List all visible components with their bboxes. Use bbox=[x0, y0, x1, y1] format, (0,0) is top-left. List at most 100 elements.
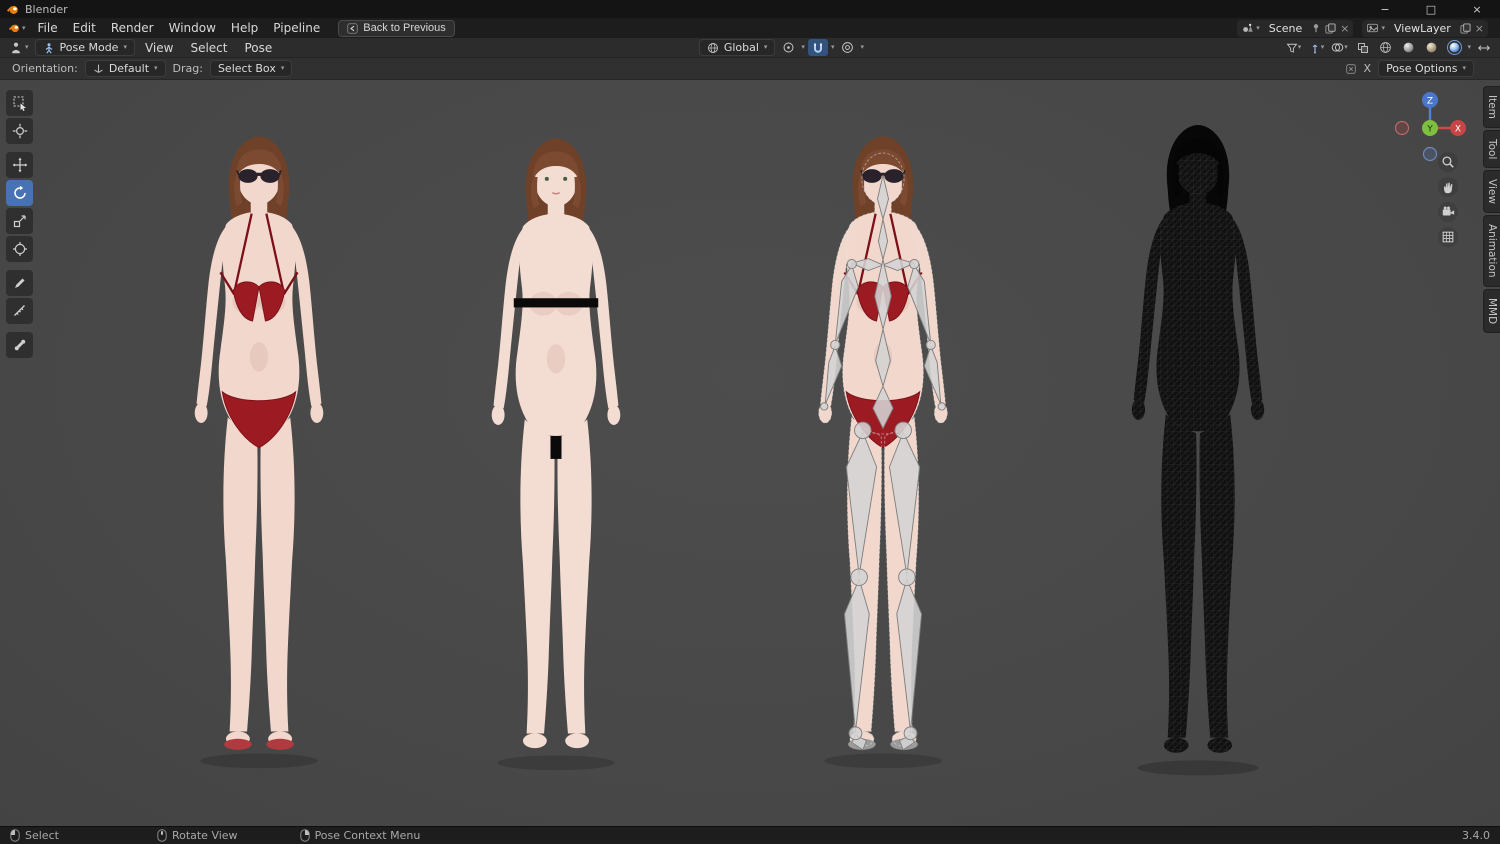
maximize-button[interactable]: □ bbox=[1408, 0, 1454, 18]
chevron-down-icon: ▾ bbox=[860, 44, 864, 51]
chevron-down-icon: ▾ bbox=[1321, 44, 1325, 51]
shading-wireframe-button[interactable] bbox=[1376, 39, 1396, 56]
gizmos-dropdown[interactable]: ▾ bbox=[1307, 39, 1327, 56]
chevron-down-icon: ▾ bbox=[1381, 25, 1385, 32]
bone-tool[interactable] bbox=[6, 332, 33, 358]
tab-animation[interactable]: Animation bbox=[1483, 215, 1500, 287]
chevron-down-icon: ▾ bbox=[154, 65, 158, 72]
orientation-default-value: Default bbox=[109, 62, 149, 75]
proportional-editing-button[interactable] bbox=[837, 39, 857, 56]
scale-tool[interactable] bbox=[6, 208, 33, 234]
mode-dropdown[interactable]: Pose Mode ▾ bbox=[35, 39, 135, 56]
orientation-value: Global bbox=[724, 41, 759, 54]
header-overflow-icon[interactable] bbox=[1474, 39, 1494, 56]
chevron-down-icon: ▾ bbox=[1256, 25, 1260, 32]
cursor-tool[interactable] bbox=[6, 118, 33, 144]
statusbar: Select Rotate View Pose Context Menu 3.4… bbox=[0, 826, 1500, 844]
chevron-down-icon: ▾ bbox=[801, 44, 805, 51]
unlink-scene-icon[interactable]: × bbox=[1340, 22, 1349, 35]
zoom-icon[interactable] bbox=[1438, 152, 1458, 172]
gizmo-x-axis[interactable]: X bbox=[1455, 125, 1461, 135]
model-bikini-character[interactable] bbox=[158, 100, 360, 812]
chevron-down-icon: ▾ bbox=[22, 25, 26, 32]
menu-pose[interactable]: Pose bbox=[237, 39, 279, 57]
chevron-down-icon: ▾ bbox=[1462, 65, 1466, 72]
status-rotate-view-label: Rotate View bbox=[172, 829, 238, 842]
menu-help[interactable]: Help bbox=[224, 19, 265, 37]
camera-view-icon[interactable] bbox=[1438, 202, 1458, 222]
globe-icon bbox=[707, 42, 719, 54]
viewport-3d[interactable]: Z X Y Item Tool View Animation MMD bbox=[0, 80, 1500, 826]
tab-tool[interactable]: Tool bbox=[1483, 130, 1500, 168]
menu-select[interactable]: Select bbox=[183, 39, 234, 57]
blender-logo-icon bbox=[6, 3, 19, 16]
scene-icon[interactable]: ▾ bbox=[1241, 22, 1260, 34]
pose-mode-icon bbox=[43, 42, 55, 54]
window-title: Blender bbox=[25, 3, 68, 16]
chevron-down-icon: ▾ bbox=[281, 65, 285, 72]
viewlayer-selector: ▾ ViewLayer × bbox=[1362, 20, 1488, 37]
orientation-dropdown[interactable]: Default ▾ bbox=[85, 60, 166, 77]
transform-tool[interactable] bbox=[6, 236, 33, 262]
chevron-down-icon: ▾ bbox=[123, 44, 127, 51]
new-viewlayer-icon[interactable] bbox=[1460, 23, 1471, 34]
new-scene-icon[interactable] bbox=[1325, 23, 1336, 34]
rotate-tool[interactable] bbox=[6, 180, 33, 206]
transform-orientation-dropdown[interactable]: Global ▾ bbox=[699, 39, 776, 56]
tab-item[interactable]: Item bbox=[1483, 86, 1500, 128]
close-button[interactable]: × bbox=[1454, 0, 1500, 18]
visibility-filter-dropdown[interactable]: ▾ bbox=[1284, 39, 1304, 56]
overlays-dropdown[interactable]: ▾ bbox=[1330, 39, 1350, 56]
gizmo-y-axis[interactable]: Y bbox=[1426, 125, 1433, 135]
gizmo-z-axis[interactable]: Z bbox=[1427, 97, 1433, 107]
drag-value: Select Box bbox=[218, 62, 276, 75]
snap-toggle[interactable] bbox=[808, 39, 828, 56]
shading-solid-button[interactable] bbox=[1399, 39, 1419, 56]
blender-app-menu-button[interactable]: ▾ bbox=[4, 22, 30, 34]
xray-toggle[interactable] bbox=[1353, 39, 1373, 56]
status-pose-context-menu: Pose Context Menu bbox=[300, 829, 421, 842]
minimize-button[interactable]: − bbox=[1362, 0, 1408, 18]
status-select-label: Select bbox=[25, 829, 59, 842]
menu-window[interactable]: Window bbox=[162, 19, 223, 37]
axes-icon bbox=[93, 63, 104, 74]
toolbar bbox=[6, 90, 33, 358]
shading-material-button[interactable] bbox=[1422, 39, 1442, 56]
pan-hand-icon[interactable] bbox=[1438, 177, 1458, 197]
pose-options-dropdown[interactable]: Pose Options ▾ bbox=[1378, 60, 1474, 77]
drag-dropdown[interactable]: Select Box ▾ bbox=[210, 60, 292, 77]
editor-type-button[interactable]: ▾ bbox=[6, 41, 32, 55]
select-box-tool[interactable] bbox=[6, 90, 33, 116]
x-mirror-label[interactable]: X bbox=[1364, 62, 1372, 75]
status-select: Select bbox=[10, 829, 59, 842]
scene-name[interactable]: Scene bbox=[1264, 22, 1308, 35]
model-armature-character[interactable] bbox=[782, 100, 984, 812]
viewport-nav-controls bbox=[1438, 152, 1458, 247]
menu-edit[interactable]: Edit bbox=[66, 19, 103, 37]
panel-grip-icon bbox=[1345, 63, 1357, 75]
status-rotate-view: Rotate View bbox=[157, 829, 238, 842]
menu-pipeline[interactable]: Pipeline bbox=[266, 19, 327, 37]
pin-icon[interactable] bbox=[1311, 23, 1321, 33]
remove-viewlayer-icon[interactable]: × bbox=[1475, 22, 1484, 35]
menu-render[interactable]: Render bbox=[104, 19, 161, 37]
tab-mmd[interactable]: MMD bbox=[1483, 289, 1500, 333]
back-to-previous-button[interactable]: Back to Previous bbox=[338, 20, 455, 37]
tab-view[interactable]: View bbox=[1483, 170, 1500, 213]
model-wireframe-character[interactable] bbox=[1094, 96, 1302, 812]
shading-rendered-button[interactable] bbox=[1445, 39, 1465, 56]
pivot-point-button[interactable] bbox=[778, 39, 798, 56]
viewlayer-name[interactable]: ViewLayer bbox=[1389, 22, 1456, 35]
titlebar: Blender − □ × bbox=[0, 0, 1500, 18]
menu-view[interactable]: View bbox=[138, 39, 180, 57]
measure-tool[interactable] bbox=[6, 298, 33, 324]
chevron-down-icon: ▾ bbox=[764, 44, 768, 51]
viewport-display-group: ▾ ▾ ▾ ▾ bbox=[1284, 39, 1495, 56]
viewlayer-icon[interactable]: ▾ bbox=[1366, 22, 1385, 34]
annotate-tool[interactable] bbox=[6, 270, 33, 296]
orthographic-toggle-icon[interactable] bbox=[1438, 227, 1458, 247]
menu-file[interactable]: File bbox=[31, 19, 65, 37]
version-label: 3.4.0 bbox=[1462, 829, 1490, 842]
move-tool[interactable] bbox=[6, 152, 33, 178]
model-nude-censored-character[interactable] bbox=[455, 104, 657, 812]
